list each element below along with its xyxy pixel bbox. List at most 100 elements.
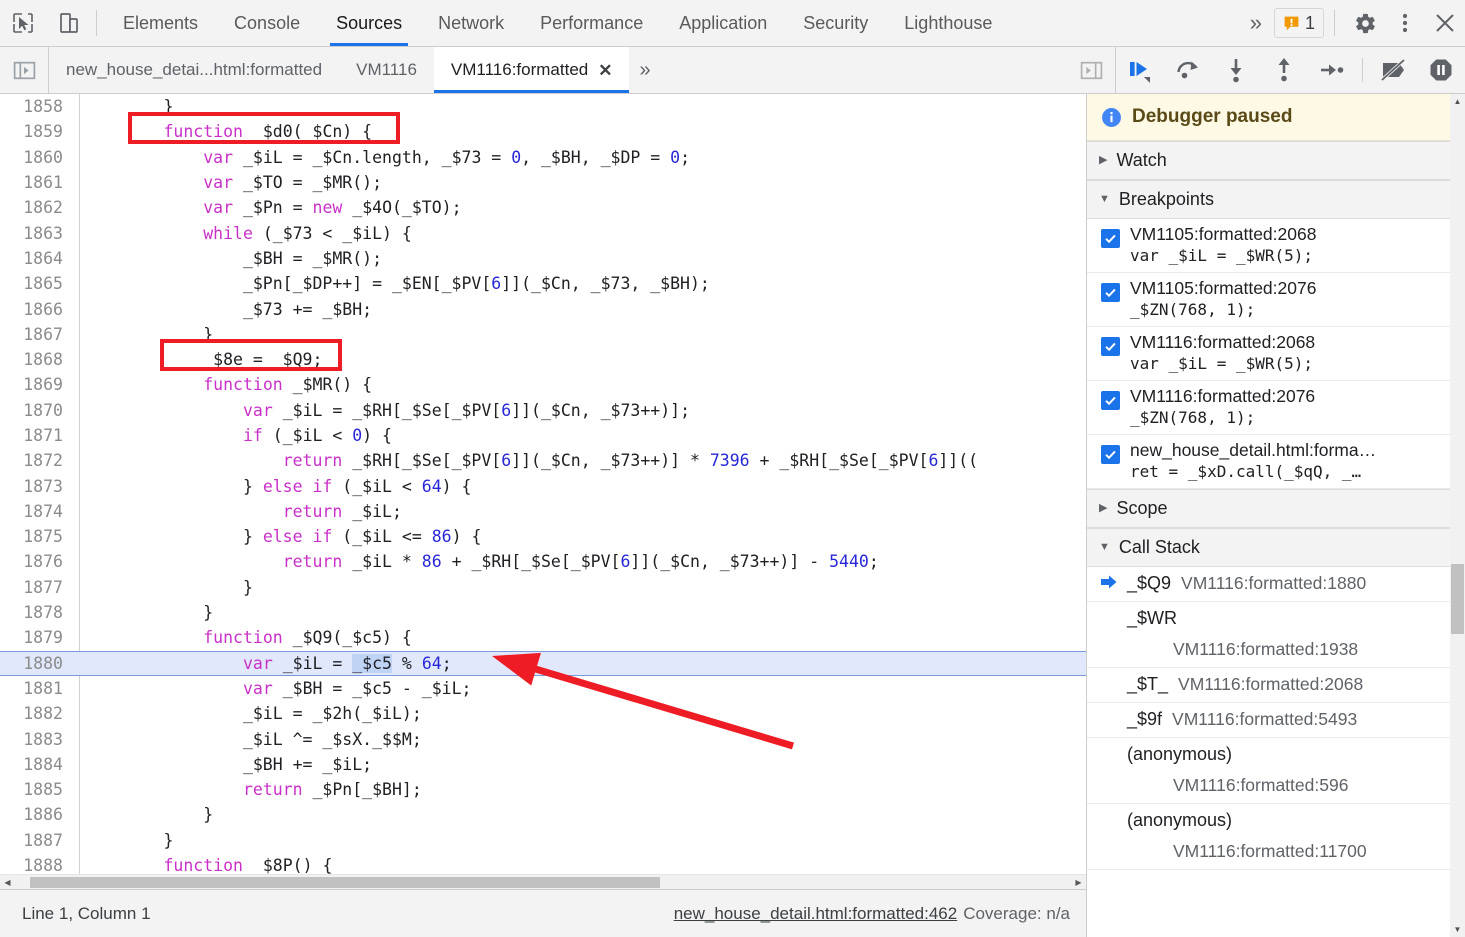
code-line-content[interactable]: function _$MR() { — [75, 375, 372, 394]
code-line[interactable]: 1860 var _$iL = _$Cn.length, _$73 = 0, _… — [0, 145, 1086, 170]
line-number[interactable]: 1885 — [0, 780, 75, 799]
code-line-content[interactable]: _$BH += _$iL; — [75, 755, 372, 774]
line-number[interactable]: 1872 — [0, 451, 75, 470]
line-number[interactable]: 1862 — [0, 198, 75, 217]
line-number[interactable]: 1866 — [0, 300, 75, 319]
tab-lighthouse[interactable]: Lighthouse — [886, 0, 1010, 46]
pause-on-exceptions-icon[interactable] — [1417, 47, 1465, 93]
code-line[interactable]: 1867 } — [0, 322, 1086, 347]
code-line-content[interactable]: return _$iL; — [75, 502, 402, 521]
code-line-content[interactable]: return _$Pn[_$BH]; — [75, 780, 422, 799]
code-line[interactable]: 1868 _$8e = _$Q9; — [0, 347, 1086, 372]
device-toolbar-icon[interactable] — [46, 0, 92, 46]
code-line[interactable]: 1886 } — [0, 802, 1086, 827]
code-line-content[interactable]: var _$iL = _$RH[_$Se[_$PV[6]](_$Cn, _$73… — [75, 401, 690, 420]
code-line-content[interactable]: if (_$iL < 0) { — [75, 426, 392, 445]
line-number[interactable]: 1883 — [0, 730, 75, 749]
code-line[interactable]: 1874 return _$iL; — [0, 499, 1086, 524]
code-line[interactable]: 1864 _$BH = _$MR(); — [0, 246, 1086, 271]
line-number[interactable]: 1869 — [0, 375, 75, 394]
breakpoint-checkbox[interactable] — [1101, 391, 1120, 410]
source-code-editor[interactable]: 1858 }1859 function _$d0(_$Cn) {1860 var… — [0, 94, 1086, 874]
sidebar-scrollbar[interactable]: ▲ ▼ — [1450, 94, 1465, 937]
code-line-content[interactable]: } else if (_$iL <= 86) { — [75, 527, 481, 546]
sidebar-scroll-thumb[interactable] — [1451, 564, 1464, 634]
code-line-content[interactable]: } else if (_$iL < 64) { — [75, 477, 471, 496]
breakpoint-item[interactable]: VM1105:formatted:2076_$ZN(768, 1); — [1087, 273, 1465, 327]
call-stack-frame[interactable]: _$Q9VM1116:formatted:1880 — [1087, 567, 1465, 602]
line-number[interactable]: 1882 — [0, 704, 75, 723]
breakpoint-item[interactable]: VM1105:formatted:2068var _$iL = _$WR(5); — [1087, 219, 1465, 273]
step-over-icon[interactable] — [1164, 47, 1212, 93]
code-line[interactable]: 1862 var _$Pn = new _$4O(_$TO); — [0, 195, 1086, 220]
line-number[interactable]: 1875 — [0, 527, 75, 546]
inspect-cursor-icon[interactable] — [0, 0, 46, 46]
scroll-right-arrow-icon[interactable]: ▶ — [1071, 875, 1086, 890]
code-line-content[interactable]: function _$8P() { — [75, 856, 332, 874]
resume-icon[interactable] — [1116, 47, 1164, 93]
code-line[interactable]: 1888 function _$8P() { — [0, 853, 1086, 874]
code-line[interactable]: 1863 while (_$73 < _$iL) { — [0, 220, 1086, 245]
file-tab-vm1116-formatted[interactable]: VM1116:formatted ✕ — [434, 47, 630, 93]
code-line-content[interactable]: _$iL = _$2h(_$iL); — [75, 704, 422, 723]
code-line[interactable]: 1883 _$iL ^= _$sX._$$M; — [0, 726, 1086, 751]
more-tabs-chevron-icon[interactable]: » — [629, 59, 660, 82]
line-number[interactable]: 1859 — [0, 122, 75, 141]
code-line-content[interactable]: var _$BH = _$c5 - _$iL; — [75, 679, 471, 698]
line-number[interactable]: 1881 — [0, 679, 75, 698]
scroll-up-arrow-icon[interactable]: ▲ — [1450, 94, 1465, 109]
call-stack-frame[interactable]: _$WRVM1116:formatted:1938 — [1087, 602, 1465, 668]
line-number[interactable]: 1870 — [0, 401, 75, 420]
show-navigator-icon[interactable] — [0, 47, 48, 93]
line-number[interactable]: 1888 — [0, 856, 75, 874]
code-line[interactable]: 1878 } — [0, 600, 1086, 625]
code-line-content[interactable]: } — [75, 805, 213, 824]
code-line-content[interactable]: _$Pn[_$DP++] = _$EN[_$PV[6]](_$Cn, _$73,… — [75, 274, 710, 293]
line-number[interactable]: 1860 — [0, 148, 75, 167]
code-line-content[interactable]: } — [75, 603, 213, 622]
code-line[interactable]: 1887 } — [0, 828, 1086, 853]
scroll-left-arrow-icon[interactable]: ◀ — [0, 875, 15, 890]
code-line-content[interactable]: } — [75, 578, 253, 597]
step-out-icon[interactable] — [1260, 47, 1308, 93]
code-line[interactable]: 1879 function _$Q9(_$c5) { — [0, 625, 1086, 650]
code-line[interactable]: 1865 _$Pn[_$DP++] = _$EN[_$PV[6]](_$Cn, … — [0, 271, 1086, 296]
code-line-content[interactable]: } — [75, 325, 213, 344]
tab-sources[interactable]: Sources — [318, 0, 420, 46]
line-number[interactable]: 1873 — [0, 477, 75, 496]
scroll-down-arrow-icon[interactable]: ▼ — [1450, 922, 1465, 937]
code-line-content[interactable]: var _$TO = _$MR(); — [75, 173, 382, 192]
code-line-content[interactable]: _$BH = _$MR(); — [75, 249, 382, 268]
code-line[interactable]: 1872 return _$RH[_$Se[_$PV[6]](_$Cn, _$7… — [0, 448, 1086, 473]
line-number[interactable]: 1858 — [0, 97, 75, 116]
code-line-content[interactable]: var _$iL = _$c5 % 64; — [75, 654, 452, 673]
breakpoint-item[interactable]: VM1116:formatted:2068var _$iL = _$WR(5); — [1087, 327, 1465, 381]
line-number[interactable]: 1886 — [0, 805, 75, 824]
breakpoint-checkbox[interactable] — [1101, 229, 1120, 248]
section-scope[interactable]: ▶ Scope — [1087, 489, 1465, 528]
step-icon[interactable] — [1308, 47, 1356, 93]
tab-elements[interactable]: Elements — [105, 0, 216, 46]
call-stack-frame[interactable]: _$T_VM1116:formatted:2068 — [1087, 668, 1465, 703]
show-debugger-sidebar-icon[interactable] — [1067, 47, 1115, 93]
breakpoint-item[interactable]: new_house_detail.html:forma…ret = _$xD.c… — [1087, 435, 1465, 489]
more-options-icon[interactable] — [1385, 0, 1425, 46]
tab-application[interactable]: Application — [661, 0, 785, 46]
code-line[interactable]: 1885 return _$Pn[_$BH]; — [0, 777, 1086, 802]
step-into-icon[interactable] — [1212, 47, 1260, 93]
line-number[interactable]: 1868 — [0, 350, 75, 369]
call-stack-frame[interactable]: _$9fVM1116:formatted:5493 — [1087, 703, 1465, 738]
code-line-content[interactable]: return _$RH[_$Se[_$PV[6]](_$Cn, _$73++)]… — [75, 451, 978, 470]
line-number[interactable]: 1880 — [0, 654, 75, 673]
line-number[interactable]: 1879 — [0, 628, 75, 647]
code-line[interactable]: 1875 } else if (_$iL <= 86) { — [0, 524, 1086, 549]
code-line[interactable]: 1870 var _$iL = _$RH[_$Se[_$PV[6]](_$Cn,… — [0, 398, 1086, 423]
breakpoint-checkbox[interactable] — [1101, 445, 1120, 464]
code-line-content[interactable]: function _$Q9(_$c5) { — [75, 628, 412, 647]
code-line[interactable]: 1876 return _$iL * 86 + _$RH[_$Se[_$PV[6… — [0, 549, 1086, 574]
tab-security[interactable]: Security — [785, 0, 886, 46]
tab-network[interactable]: Network — [420, 0, 522, 46]
line-number[interactable]: 1874 — [0, 502, 75, 521]
editor-hscroll-thumb[interactable] — [30, 877, 660, 888]
code-line-content[interactable]: function _$d0(_$Cn) { — [75, 122, 372, 141]
